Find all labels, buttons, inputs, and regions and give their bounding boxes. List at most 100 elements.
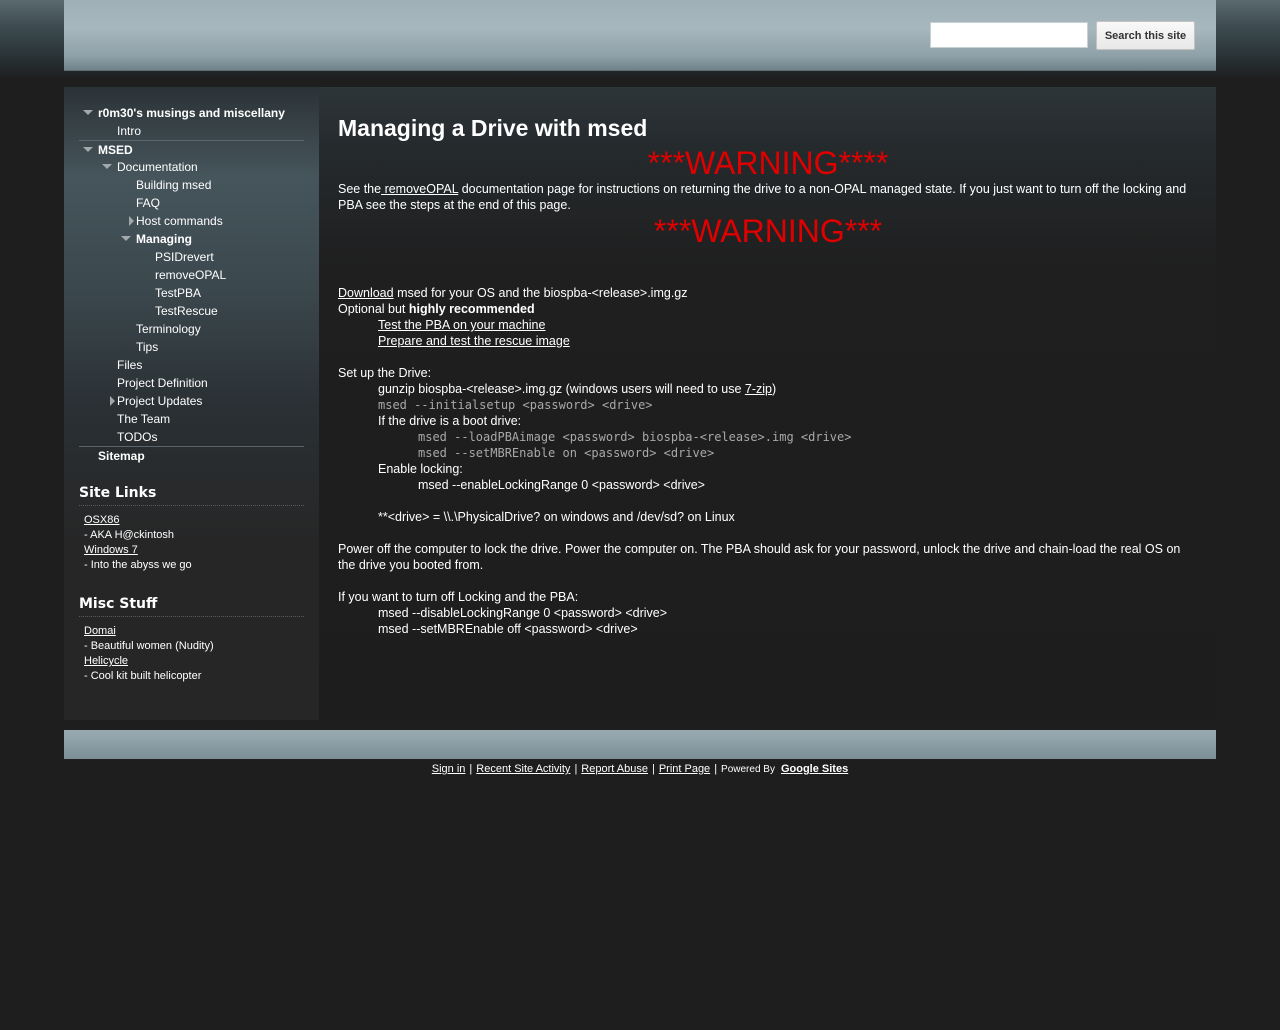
cmd-setmbrenable-off: msed --setMBREnable off <password> <driv… <box>378 622 638 636</box>
sidebar-item-label[interactable]: TestPBA <box>155 284 201 302</box>
collapse-arrow-icon[interactable] <box>102 164 112 169</box>
cmd-disablelockingrange: msed --disableLockingRange 0 <password> … <box>378 606 668 620</box>
sidebar-item-label[interactable]: Project Updates <box>117 392 202 410</box>
sidebar-item-label[interactable]: Documentation <box>117 158 198 176</box>
link-helicycle[interactable]: Helicycle <box>84 655 128 667</box>
sidebar-item-label[interactable]: Tips <box>136 338 158 356</box>
sidebar-item-label[interactable]: r0m30's musings and miscellany <box>98 104 285 122</box>
enable-locking-text: Enable locking: <box>378 462 463 476</box>
link-windows7-desc: - Into the abyss we go <box>84 559 192 571</box>
download-line: Download msed for your OS and the biospb… <box>338 285 1198 301</box>
7zip-link[interactable]: 7-zip <box>745 382 772 396</box>
sidebar-item-label[interactable]: Sitemap <box>98 447 145 465</box>
collapse-arrow-icon[interactable] <box>83 147 93 152</box>
sidebar-item-building-msed[interactable]: Building msed <box>79 176 304 194</box>
expand-arrow-icon[interactable] <box>129 216 134 226</box>
page-title: Managing a Drive with msed <box>338 115 648 141</box>
removeopal-link[interactable]: removeOPAL <box>381 182 459 196</box>
sidebar-item-label[interactable]: Project Definition <box>117 374 208 392</box>
link-windows7[interactable]: Windows 7 <box>84 544 138 556</box>
collapse-arrow-icon[interactable] <box>121 236 131 241</box>
sidebar-item-label[interactable]: Building msed <box>136 176 211 194</box>
report-abuse-link[interactable]: Report Abuse <box>581 763 648 775</box>
cmd-initialsetup: msed --initialsetup <password> <drive> <box>378 398 653 412</box>
sidebar-item-label[interactable]: Host commands <box>136 212 223 230</box>
footer: Sign in | Recent Site Activity | Report Abus… <box>431 763 849 775</box>
sidebar-item-sitemap[interactable]: Sitemap <box>79 446 304 464</box>
sidebar-item-the-team[interactable]: The Team <box>79 410 304 428</box>
gunzip-text: gunzip biospba-<release>.img.gz (windows… <box>378 382 745 396</box>
sidebar-item-label[interactable]: Terminology <box>136 320 201 338</box>
sidebar: r0m30's musings and miscellany Intro MSED D… <box>64 87 319 720</box>
sidebar-item-todos[interactable]: TODOs <box>79 428 304 446</box>
site-links-list: OSX86 - AKA H@ckintosh Windows 7 - Into … <box>84 513 304 573</box>
warning-banner-top: ***WARNING**** <box>647 145 889 181</box>
turn-off-heading: If you want to turn off Locking and the … <box>338 590 579 604</box>
link-osx86[interactable]: OSX86 <box>84 514 119 526</box>
sidebar-item-host-commands[interactable]: Host commands <box>79 212 304 230</box>
test-pba-link[interactable]: Test the PBA on your machine <box>378 318 545 332</box>
power-off-text: Power off the computer to lock the drive… <box>338 542 1181 572</box>
sidebar-item-tips[interactable]: Tips <box>79 338 304 356</box>
print-page-link[interactable]: Print Page <box>659 763 710 775</box>
drive-note: **<drive> = \\.\PhysicalDrive? on window… <box>378 510 735 524</box>
cmd-loadpbaimage: msed --loadPBAimage <password> biospba-<… <box>418 430 852 444</box>
see-text-post: documentation page for instructions on r… <box>338 182 1187 212</box>
sidebar-item-testrescue[interactable]: TestRescue <box>79 302 304 320</box>
sidebar-item-label[interactable]: Intro <box>117 122 141 140</box>
google-sites-link[interactable]: Google Sites <box>781 763 848 775</box>
sidebar-item-faq[interactable]: FAQ <box>79 194 304 212</box>
site-links-title: Site Links <box>79 485 304 506</box>
optional-line: Optional but highly recommended <box>338 301 1198 317</box>
sidebar-item-label[interactable]: removeOPAL <box>155 266 226 284</box>
sidebar-item-label[interactable]: FAQ <box>136 194 160 212</box>
powered-by-text: Powered By <box>721 764 775 775</box>
sidebar-item-intro[interactable]: Intro <box>79 122 304 140</box>
download-link[interactable]: Download <box>338 286 394 300</box>
boot-drive-text: If the drive is a boot drive: <box>378 414 522 428</box>
collapse-arrow-icon[interactable] <box>83 110 93 115</box>
sidebar-item-project-definition[interactable]: Project Definition <box>79 374 304 392</box>
sidebar-item-label[interactable]: MSED <box>98 141 133 159</box>
sidebar-item-terminology[interactable]: Terminology <box>79 320 304 338</box>
sidebar-item-label[interactable]: Files <box>117 356 142 374</box>
cmd-setmbrenable-on: msed --setMBREnable on <password> <drive… <box>418 446 715 460</box>
prepare-rescue-link[interactable]: Prepare and test the rescue image <box>378 334 570 348</box>
sign-in-link[interactable]: Sign in <box>432 763 466 775</box>
search-button[interactable]: Search this site <box>1096 21 1195 50</box>
link-domai[interactable]: Domai <box>84 625 116 637</box>
sidebar-navigation: r0m30's musings and miscellany Intro MSED D… <box>79 104 304 464</box>
footer-bar <box>64 730 1216 759</box>
site-header: Search this site <box>64 0 1216 71</box>
sidebar-item-removeopal[interactable]: removeOPAL <box>79 266 304 284</box>
download-text: msed for your OS and the biospba-<releas… <box>393 286 688 300</box>
sidebar-item-label[interactable]: Managing <box>136 230 192 248</box>
sidebar-item-managing[interactable]: Managing <box>79 230 304 248</box>
optional-text: Optional but <box>338 302 409 316</box>
expand-arrow-icon[interactable] <box>110 396 115 406</box>
main-content-area: Managing a Drive with msed ***WARNING***… <box>319 87 1216 720</box>
gunzip-line: gunzip biospba-<release>.img.gz (windows… <box>338 381 1198 397</box>
sidebar-item-msed[interactable]: MSED <box>79 140 304 158</box>
sidebar-item-psidrevert[interactable]: PSIDrevert <box>79 248 304 266</box>
sidebar-item-project-updates[interactable]: Project Updates <box>79 392 304 410</box>
misc-stuff-title: Misc Stuff <box>79 596 304 617</box>
misc-stuff-list: Domai - Beautiful women (Nudity) Helicyc… <box>84 624 304 684</box>
sidebar-item-label[interactable]: PSIDrevert <box>155 248 214 266</box>
see-text-pre: See the <box>338 182 382 196</box>
gunzip-text-end: ) <box>771 382 777 396</box>
sidebar-item-testpba[interactable]: TestPBA <box>79 284 304 302</box>
cmd-enablelockingrange: msed --enableLockingRange 0 <password> <… <box>418 478 705 492</box>
search-input[interactable] <box>930 22 1088 48</box>
setup-heading: Set up the Drive: <box>338 366 432 380</box>
sidebar-item-label[interactable]: TestRescue <box>155 302 218 320</box>
see-paragraph: See the removeOPAL documentation page fo… <box>338 181 1198 213</box>
sidebar-item-label[interactable]: The Team <box>117 410 170 428</box>
warning-banner-bottom: ***WARNING*** <box>653 213 883 249</box>
sidebar-item-r0m30-s-musings-and-miscellany[interactable]: r0m30's musings and miscellany <box>79 104 304 122</box>
recent-activity-link[interactable]: Recent Site Activity <box>476 763 570 775</box>
sidebar-item-files[interactable]: Files <box>79 356 304 374</box>
sidebar-item-label[interactable]: TODOs <box>117 428 157 446</box>
sidebar-item-documentation[interactable]: Documentation <box>79 158 304 176</box>
link-domai-desc: - Beautiful women (Nudity) <box>84 640 214 652</box>
